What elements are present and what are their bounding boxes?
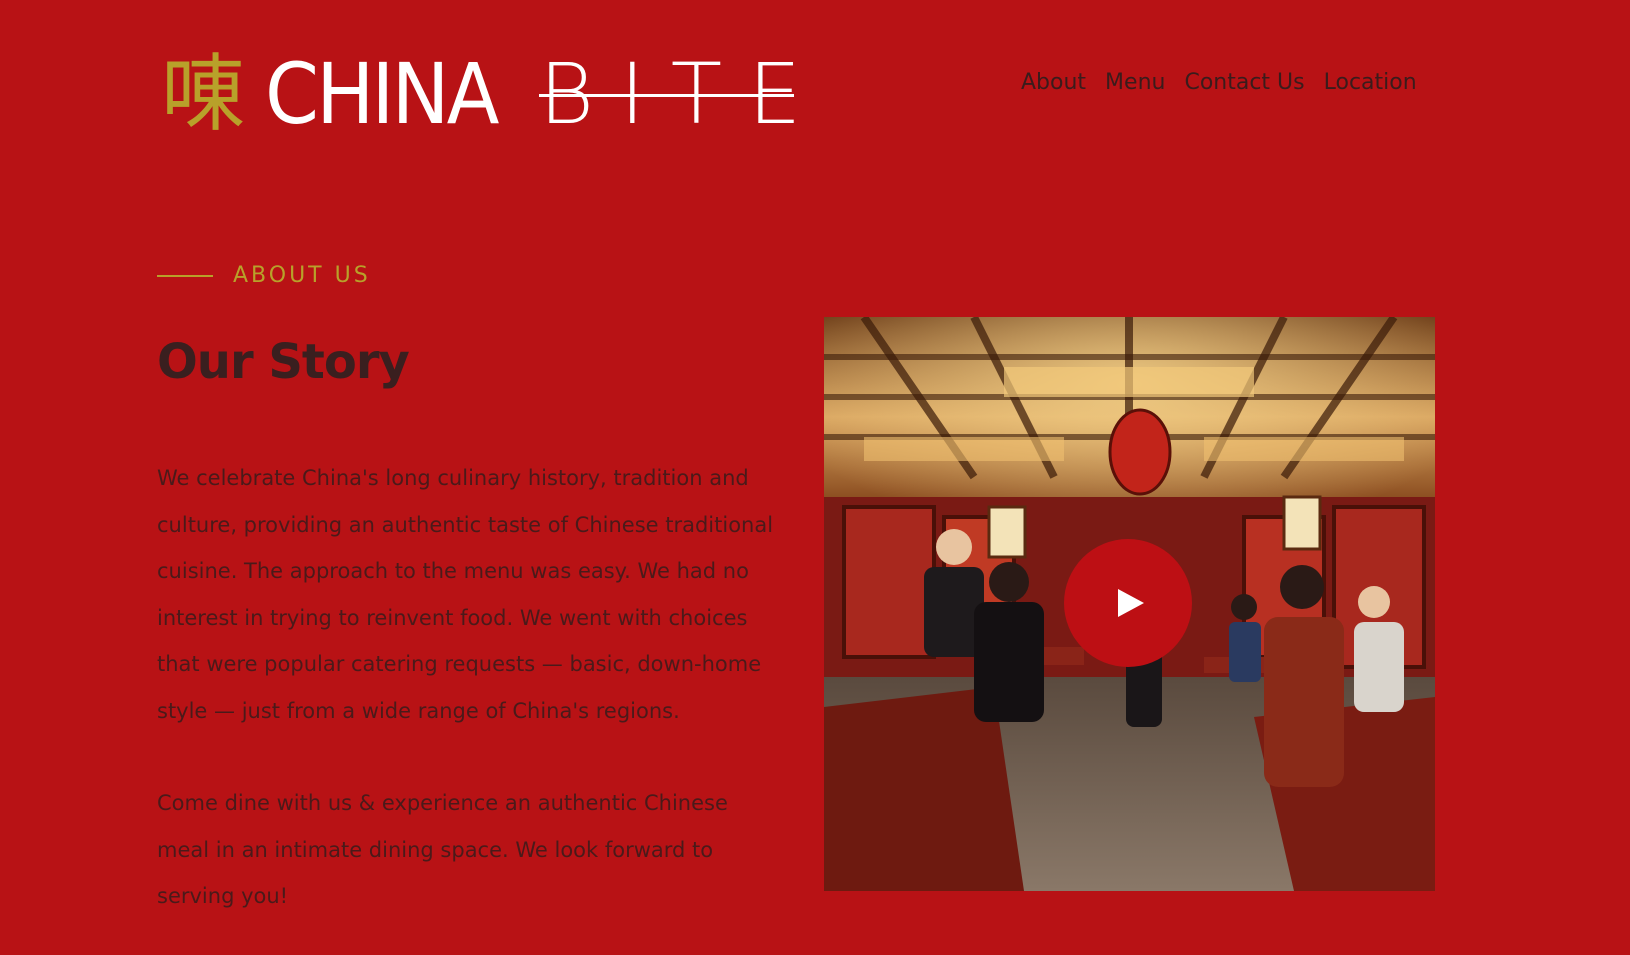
- eyebrow-divider: [157, 274, 213, 277]
- story-text: We celebrate China's long culinary histo…: [157, 455, 777, 955]
- story-paragraph-2: Come dine with us & experience an authen…: [157, 791, 728, 908]
- nav-about[interactable]: About: [1021, 70, 1086, 95]
- play-button[interactable]: [1064, 539, 1192, 667]
- section-title: Our Story: [157, 334, 410, 390]
- play-icon: [1118, 589, 1144, 617]
- main-nav: About Menu Contact Us Location: [1021, 70, 1417, 95]
- logo-word-china: CHINA: [265, 45, 499, 143]
- story-paragraph-1: We celebrate China's long culinary histo…: [157, 466, 774, 723]
- eyebrow-label: ABOUT US: [233, 263, 371, 288]
- logo-glyph: 㖦: [161, 45, 246, 143]
- section-eyebrow: ABOUT US: [157, 263, 371, 288]
- restaurant-video[interactable]: [824, 317, 1435, 891]
- logo-strike-line: [539, 94, 794, 97]
- nav-contact-us[interactable]: Contact Us: [1184, 70, 1304, 95]
- site-logo[interactable]: 㖦 CHINA BITE: [161, 45, 801, 143]
- nav-location[interactable]: Location: [1324, 70, 1417, 95]
- nav-menu[interactable]: Menu: [1105, 70, 1165, 95]
